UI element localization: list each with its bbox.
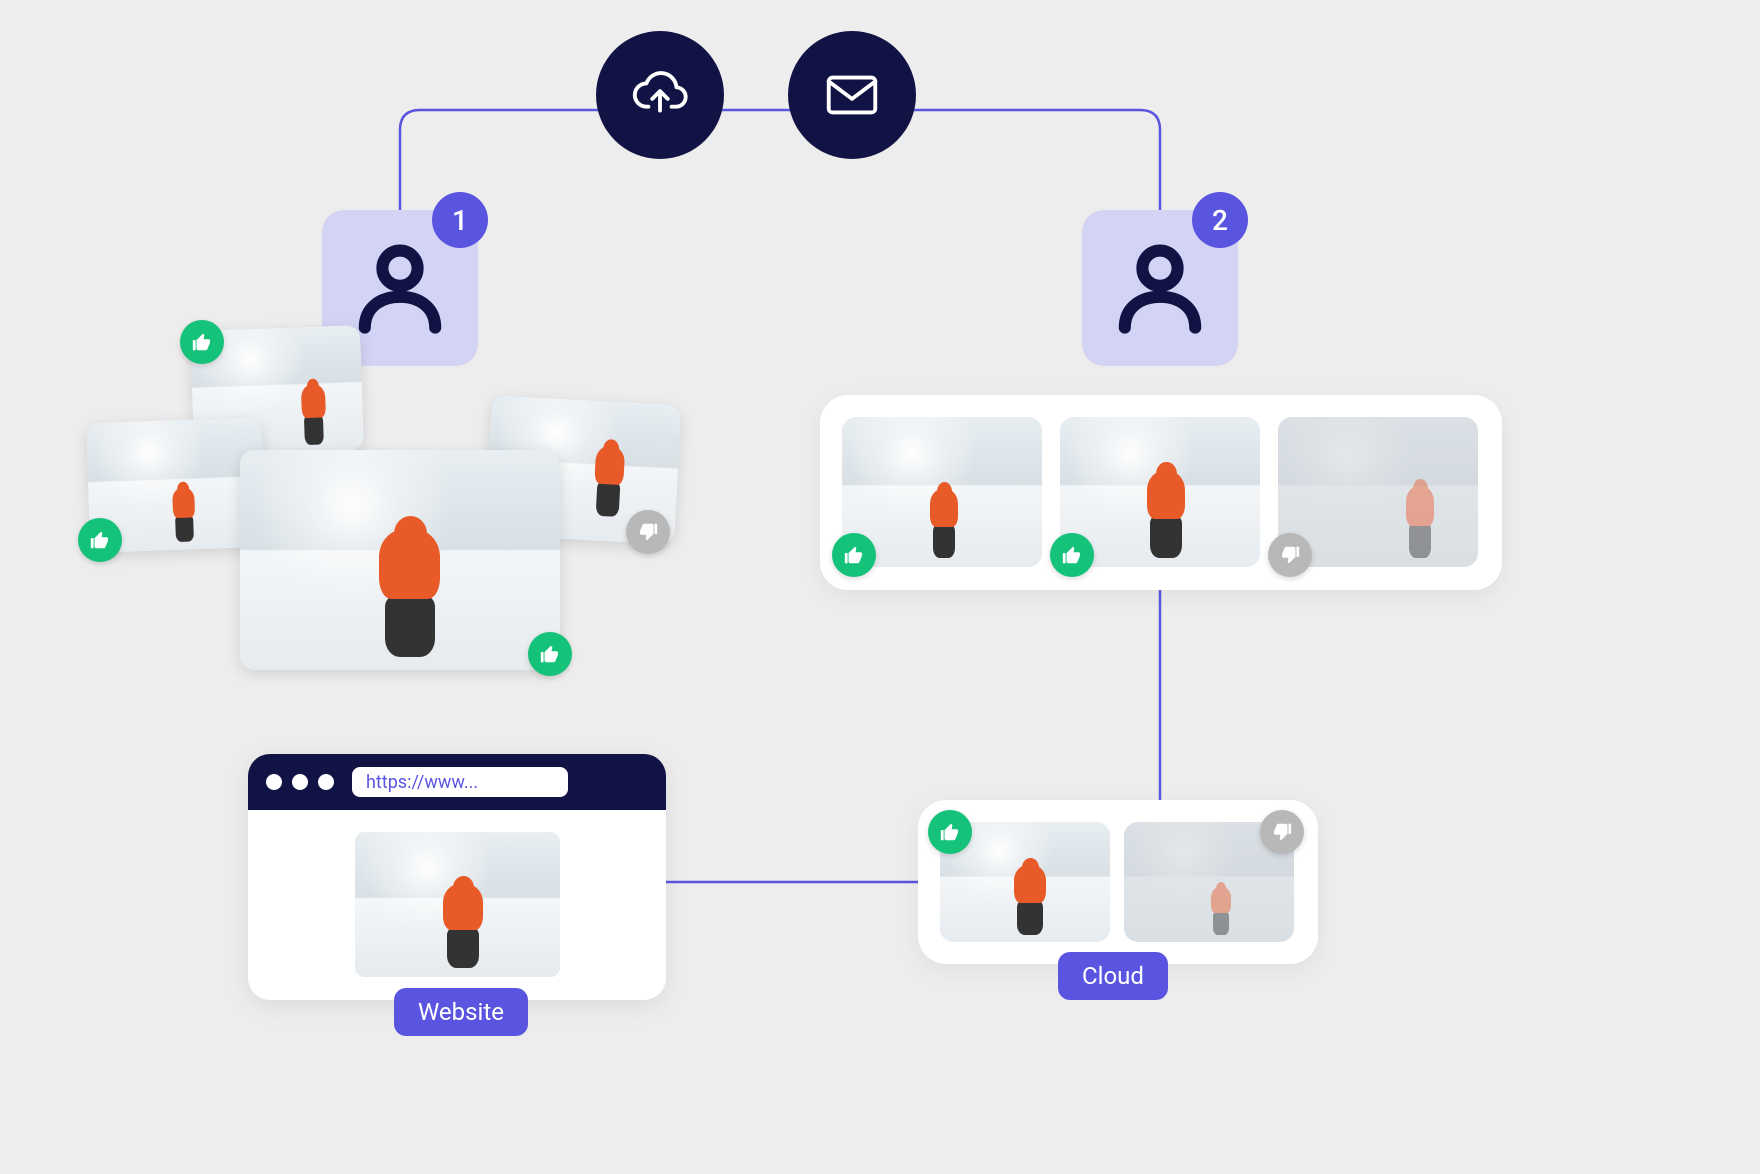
website-browser: https://www... [248, 754, 666, 1000]
workflow-diagram: 1 2 [0, 0, 1760, 1174]
traffic-light-icon [266, 774, 282, 790]
user-2-card: 2 [1082, 210, 1238, 366]
cloud-label: Cloud [1058, 952, 1168, 1000]
website-label: Website [394, 988, 528, 1036]
traffic-light-icon [292, 774, 308, 790]
address-bar: https://www... [352, 767, 568, 797]
mail-icon [788, 31, 916, 159]
thumbs-up-icon [78, 518, 122, 562]
thumbs-down-icon [626, 510, 670, 554]
user-2-badge: 2 [1192, 192, 1248, 248]
cloud-panel [918, 800, 1318, 964]
thumbs-up-icon [832, 533, 876, 577]
thumbs-down-icon [1268, 533, 1312, 577]
user-1-badge: 1 [432, 192, 488, 248]
browser-toolbar: https://www... [248, 754, 666, 810]
traffic-light-icon [318, 774, 334, 790]
cloud-upload-icon [596, 31, 724, 159]
thumbs-up-icon [928, 810, 972, 854]
website-photo [355, 832, 560, 977]
browser-body [248, 810, 666, 999]
thumbs-up-icon [528, 632, 572, 676]
thumbs-up-icon [180, 320, 224, 364]
review-panel [820, 395, 1502, 590]
photo-main [240, 450, 560, 670]
thumbs-down-icon [1260, 810, 1304, 854]
thumbs-up-icon [1050, 533, 1094, 577]
